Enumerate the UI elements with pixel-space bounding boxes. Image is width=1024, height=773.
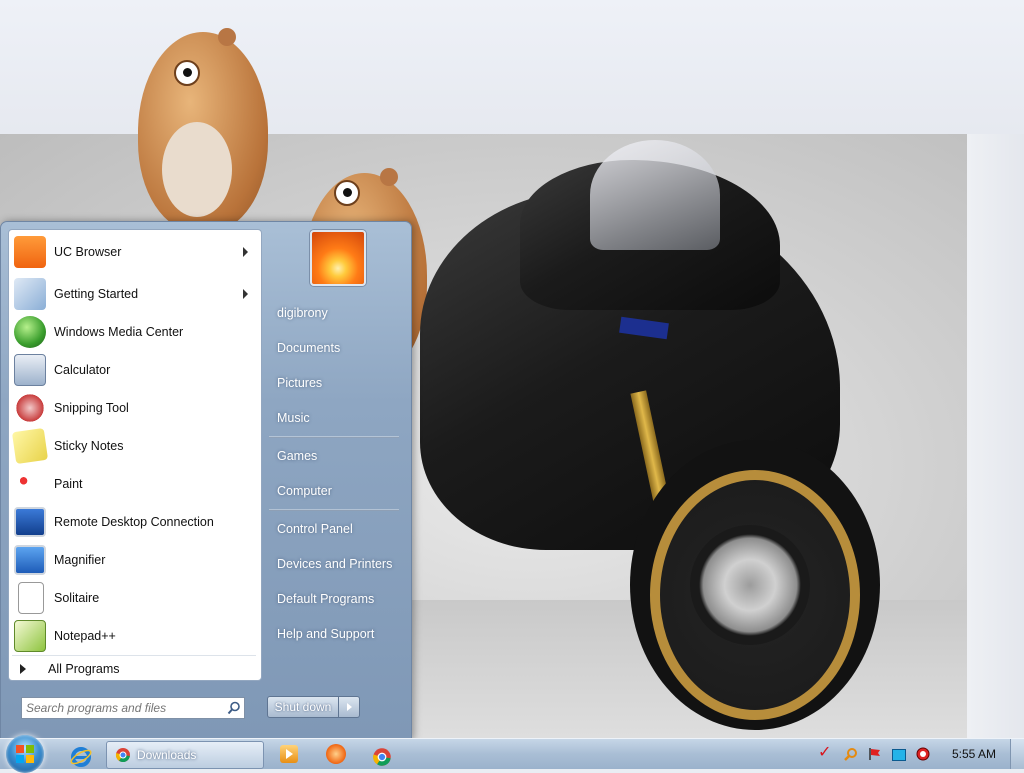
program-label: UC Browser xyxy=(54,245,122,259)
program-label: Notepad++ xyxy=(54,629,116,643)
taskbar-window-downloads[interactable]: Downloads xyxy=(106,741,264,769)
play-icon xyxy=(286,749,293,759)
taskbar-window-label: Downloads xyxy=(137,748,197,762)
notepad-plus-plus-icon xyxy=(14,620,46,652)
search-input[interactable] xyxy=(22,701,225,715)
paint-icon xyxy=(14,468,46,500)
uc-browser-icon xyxy=(14,236,46,268)
search-tool-icon[interactable] xyxy=(844,747,858,761)
program-getting-started[interactable]: Getting Started xyxy=(12,276,256,312)
display-icon[interactable] xyxy=(892,749,906,761)
program-label: Getting Started xyxy=(54,287,139,301)
show-desktop-button[interactable] xyxy=(1010,739,1024,769)
expand-arrow-icon xyxy=(20,664,26,674)
remote-desktop-icon xyxy=(14,507,46,537)
program-calculator[interactable]: Calculator xyxy=(12,352,256,388)
start-menu-right-pane: digibrony Documents Pictures Music Games… xyxy=(263,222,409,739)
program-label: Solitaire xyxy=(54,591,100,605)
program-label: Remote Desktop Connection xyxy=(54,515,214,529)
start-search-area xyxy=(8,686,260,726)
program-label: Windows Media Center xyxy=(54,325,184,339)
windows-logo-icon xyxy=(16,745,24,753)
program-label: Calculator xyxy=(54,363,111,377)
start-button[interactable] xyxy=(6,735,44,773)
link-user-folder[interactable]: digibrony xyxy=(277,306,328,320)
chrome-icon[interactable] xyxy=(372,744,392,770)
link-games[interactable]: Games xyxy=(277,449,317,463)
program-label: Magnifier xyxy=(54,553,106,567)
calculator-icon xyxy=(14,354,46,386)
internet-explorer-icon[interactable] xyxy=(70,744,92,770)
program-label: Snipping Tool xyxy=(54,401,129,415)
submenu-arrow-icon[interactable] xyxy=(243,247,248,257)
windows-logo-icon xyxy=(26,755,34,763)
link-devices-and-printers[interactable]: Devices and Printers xyxy=(277,557,392,571)
program-solitaire[interactable]: Solitaire xyxy=(12,580,256,616)
link-pictures[interactable]: Pictures xyxy=(277,376,322,390)
getting-started-icon xyxy=(14,278,46,310)
program-paint[interactable]: Paint xyxy=(12,466,256,502)
start-menu: UC Browser Getting Started Windows Media… xyxy=(0,221,412,740)
sticky-notes-icon xyxy=(11,427,49,465)
windows-media-center-icon xyxy=(14,316,46,348)
program-notepad-plus-plus[interactable]: Notepad++ xyxy=(12,618,256,654)
search-box[interactable] xyxy=(21,697,245,719)
search-icon[interactable] xyxy=(227,701,241,715)
hamster-figure xyxy=(128,22,278,232)
magnifier-icon xyxy=(14,545,46,575)
link-control-panel[interactable]: Control Panel xyxy=(277,522,353,536)
all-programs-label: All Programs xyxy=(48,662,120,676)
program-snipping-tool[interactable]: Snipping Tool xyxy=(12,390,256,426)
taskbar: Downloads ✓ 5:55 AM xyxy=(0,735,1024,773)
motorcycle-image xyxy=(400,140,920,738)
link-music[interactable]: Music xyxy=(277,411,310,425)
program-label: Paint xyxy=(54,477,83,491)
shutdown-button[interactable]: Shut down xyxy=(267,696,339,718)
shutdown-control: Shut down xyxy=(267,696,360,718)
program-windows-media-center[interactable]: Windows Media Center xyxy=(12,314,256,350)
system-clock[interactable]: 5:55 AM xyxy=(944,739,1004,769)
chrome-icon xyxy=(115,748,130,763)
snipping-tool-icon xyxy=(14,392,46,424)
link-default-programs[interactable]: Default Programs xyxy=(277,592,374,606)
uc-browser-icon[interactable] xyxy=(326,744,346,764)
user-account-picture[interactable] xyxy=(310,230,366,286)
link-computer[interactable]: Computer xyxy=(277,484,332,498)
solitaire-icon xyxy=(18,582,44,614)
program-sticky-notes[interactable]: Sticky Notes xyxy=(11,427,256,465)
link-documents[interactable]: Documents xyxy=(277,341,340,355)
windows-logo-icon xyxy=(16,755,24,763)
menu-separator xyxy=(269,436,399,438)
action-center-flag-icon[interactable] xyxy=(868,747,882,761)
program-label: Sticky Notes xyxy=(54,439,124,453)
start-menu-program-list: UC Browser Getting Started Windows Media… xyxy=(8,229,262,681)
program-uc-browser[interactable]: UC Browser xyxy=(12,234,256,270)
vivaldi-icon[interactable]: ✓ xyxy=(818,745,832,761)
submenu-arrow-icon[interactable] xyxy=(243,289,248,299)
program-remote-desktop-connection[interactable]: Remote Desktop Connection xyxy=(12,504,256,540)
windows-logo-icon xyxy=(26,745,34,753)
link-help-and-support[interactable]: Help and Support xyxy=(277,627,374,641)
volume-icon[interactable] xyxy=(916,747,930,761)
media-player-icon[interactable] xyxy=(280,745,298,763)
shutdown-options-arrow-icon[interactable] xyxy=(339,696,360,718)
all-programs-button[interactable]: All Programs xyxy=(12,655,256,682)
menu-separator xyxy=(269,509,399,511)
program-magnifier[interactable]: Magnifier xyxy=(12,542,256,578)
